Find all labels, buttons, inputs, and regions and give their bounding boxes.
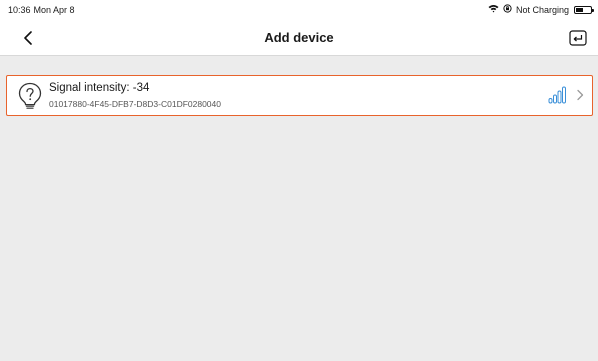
status-date: Mon Apr 8 — [33, 5, 75, 15]
chevron-left-icon — [24, 31, 32, 45]
wifi-icon — [488, 0, 499, 20]
return-button[interactable] — [568, 29, 588, 47]
section-spacer — [0, 56, 598, 74]
orientation-lock-icon — [503, 0, 512, 20]
charging-status: Not Charging — [515, 5, 569, 15]
return-icon — [569, 30, 587, 46]
signal-intensity-label: Signal intensity: -34 — [49, 82, 150, 94]
status-left: 10:36 Mon Apr 8 — [8, 0, 75, 20]
navigation-bar: Add device — [0, 20, 598, 56]
status-bar: 10:36 Mon Apr 8 Not Charging — [0, 0, 598, 20]
device-id: 01017880-4F45-DFB7-D8D3-C01DF0280040 — [49, 99, 221, 109]
chevron-right-icon — [577, 89, 584, 101]
status-right: Not Charging — [488, 0, 594, 20]
battery-icon — [574, 6, 594, 14]
bulb-icon — [18, 82, 42, 109]
page-title: Add device — [264, 30, 334, 45]
status-time: 10:36 — [8, 5, 31, 15]
signal-bars-icon — [548, 86, 566, 104]
device-list-item[interactable]: Signal intensity: -34 01017880-4F45-DFB7… — [6, 75, 593, 116]
back-button[interactable] — [16, 26, 40, 50]
